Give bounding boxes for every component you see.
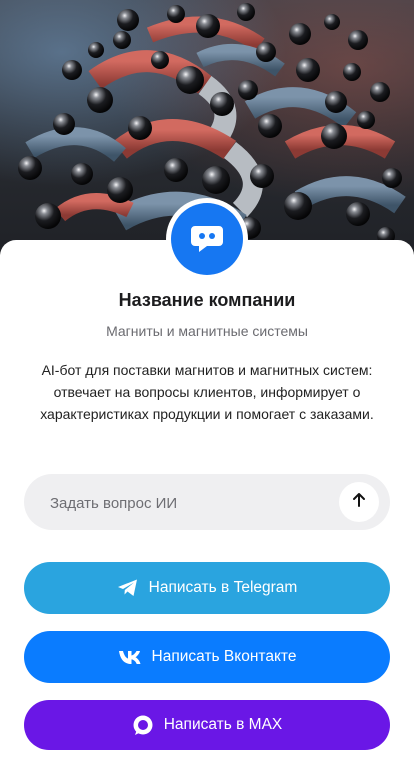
company-name: Название компании	[118, 290, 296, 310]
vkontakte-button-label: Написать Вконтакте	[151, 648, 297, 665]
company-description: AI-бот для поставки магнитов и магнитных…	[40, 362, 374, 422]
max-icon	[132, 714, 154, 736]
telegram-icon	[117, 578, 139, 598]
telegram-button[interactable]: Написать в Telegram	[24, 562, 390, 614]
arrow-up-icon	[350, 491, 368, 514]
chat-bot-icon	[187, 217, 227, 262]
send-button[interactable]	[339, 482, 379, 522]
vkontakte-button[interactable]: Написать Вконтакте	[24, 631, 390, 683]
company-tagline: Магниты и магнитные системы	[106, 323, 308, 339]
telegram-button-label: Написать в Telegram	[148, 579, 298, 596]
ask-ai-box	[24, 474, 390, 532]
vk-icon	[118, 649, 142, 665]
avatar	[171, 203, 243, 275]
max-button-label: Написать в MAX	[163, 716, 283, 733]
max-button[interactable]: Написать в MAX	[24, 700, 390, 750]
ask-ai-input[interactable]	[48, 474, 342, 532]
